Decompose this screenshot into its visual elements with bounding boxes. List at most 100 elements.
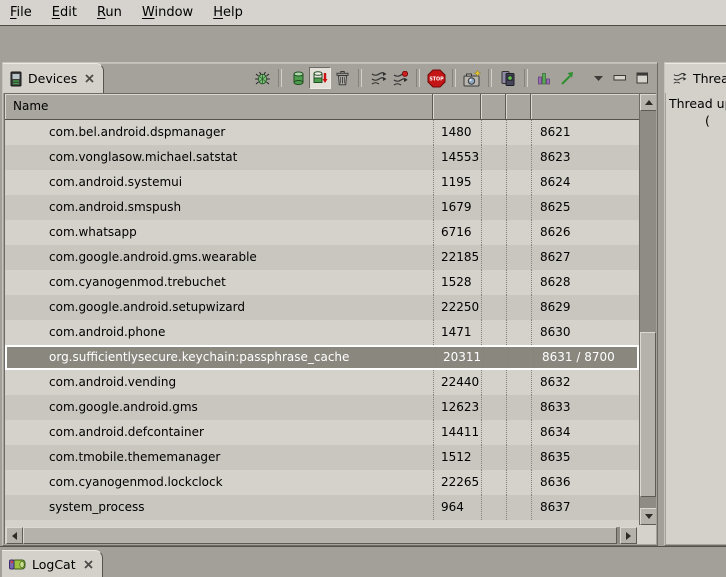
column-header[interactable] — [481, 94, 506, 119]
table-row[interactable]: system_process964 8637 — [5, 495, 639, 520]
column-header-port[interactable] — [531, 94, 639, 119]
screen-capture-icon[interactable] — [461, 67, 483, 89]
table-row[interactable]: com.android.phone14718630 — [5, 320, 639, 345]
table-row[interactable]: com.bel.android.dspmanager14808621 — [5, 120, 639, 145]
table-row[interactable]: com.android.defcontainer144118634 — [5, 420, 639, 445]
table-row[interactable]: com.vonglasow.michael.satstat145538623 — [5, 145, 639, 170]
cause-gc-icon[interactable] — [331, 67, 353, 89]
capture-system-trace-icon[interactable] — [389, 67, 411, 89]
table-cell-empty — [506, 320, 531, 345]
process-port: 8627 — [531, 245, 639, 270]
table-row[interactable]: com.android.smspush1679 8625 — [5, 195, 639, 220]
ddms-window: FileEditRunWindowHelp Devices — [0, 0, 726, 577]
up-arrow-icon — [645, 100, 653, 105]
table-cell-empty — [481, 420, 506, 445]
tab-devices[interactable]: Devices — [3, 63, 104, 93]
threads-message: Thread up ( — [666, 93, 726, 544]
process-pid: 1679 — [433, 195, 481, 220]
process-port: 8624 — [531, 170, 639, 195]
table-row[interactable]: com.android.systemui11958624 — [5, 170, 639, 195]
vertical-scrollbar-thumb[interactable] — [640, 332, 656, 497]
process-name: com.whatsapp — [5, 220, 433, 245]
table-cell-empty — [506, 220, 531, 245]
stop-process-icon[interactable]: STOP — [425, 67, 447, 89]
process-name: system_process — [5, 495, 433, 520]
process-port: 8637 — [531, 495, 639, 520]
table-row[interactable]: com.cyanogenmod.lockclock22265 8636 — [5, 470, 639, 495]
tab-devices-label: Devices — [28, 71, 77, 86]
menu-bar: FileEditRunWindowHelp — [0, 0, 726, 26]
table-cell-empty — [481, 245, 506, 270]
table-cell-empty — [483, 347, 508, 368]
scroll-left-button[interactable] — [6, 527, 23, 544]
dump-hprof-icon[interactable] — [309, 67, 331, 89]
scroll-up-button[interactable] — [640, 94, 656, 111]
process-name: org.sufficientlysecure.keychain:passphra… — [7, 347, 435, 368]
column-header-pid[interactable] — [433, 94, 481, 119]
process-pid: 1480 — [433, 120, 481, 145]
update-heap-icon[interactable] — [287, 67, 309, 89]
process-port: 8636 — [531, 470, 639, 495]
tab-threads[interactable]: Threads — [665, 63, 726, 93]
process-port: 8631 / 8700 — [533, 347, 637, 368]
process-pid: 14411 — [433, 420, 481, 445]
process-port: 8633 — [531, 395, 639, 420]
menu-help[interactable]: Help — [203, 1, 253, 25]
process-pid: 964 — [433, 495, 481, 520]
close-icon[interactable] — [85, 74, 94, 83]
tab-logcat[interactable]: LogCat — [2, 550, 103, 577]
table-cell-empty — [481, 495, 506, 520]
scroll-down-button[interactable] — [640, 508, 656, 525]
process-port: 8625 — [531, 195, 639, 220]
menu-edit[interactable]: Edit — [42, 1, 87, 25]
process-pid: 12623 — [433, 395, 481, 420]
debug-attach-icon[interactable] — [251, 67, 273, 89]
table-row[interactable]: com.cyanogenmod.trebuchet15288628 — [5, 270, 639, 295]
process-pid: 22265 — [433, 470, 481, 495]
process-name: com.cyanogenmod.lockclock — [5, 470, 433, 495]
process-pid: 1528 — [433, 270, 481, 295]
table-cell-empty — [506, 395, 531, 420]
process-pid: 20311 — [435, 347, 483, 368]
process-name: com.google.android.gms — [5, 395, 433, 420]
process-name: com.android.smspush — [5, 195, 433, 220]
table-row-selected[interactable]: org.sufficientlysecure.keychain:passphra… — [5, 345, 639, 370]
minimize-icon[interactable] — [613, 74, 627, 82]
horizontal-scrollbar-thumb[interactable] — [23, 527, 617, 544]
table-cell-empty — [506, 270, 531, 295]
table-row[interactable]: com.google.android.setupwizard222508629 — [5, 295, 639, 320]
toolbar-separator — [488, 69, 492, 87]
horizontal-scrollbar[interactable] — [6, 527, 637, 544]
start-method-profiling-icon[interactable] — [533, 67, 555, 89]
column-header[interactable] — [506, 94, 531, 119]
process-pid: 22440 — [433, 370, 481, 395]
maximize-icon[interactable] — [636, 72, 649, 84]
table-cell-empty — [481, 220, 506, 245]
table-row[interactable]: com.tmobile.thememanager15128635 — [5, 445, 639, 470]
table-cell-empty — [481, 320, 506, 345]
table-cell-empty — [506, 470, 531, 495]
reset-adb-icon[interactable] — [497, 67, 519, 89]
toolbar-separator — [416, 69, 420, 87]
view-controls — [593, 72, 649, 84]
scroll-right-button[interactable] — [620, 527, 637, 544]
table-row[interactable]: com.whatsapp67168626 — [5, 220, 639, 245]
table-cell-empty — [506, 145, 531, 170]
column-header-name[interactable]: Name — [5, 94, 433, 119]
menu-run[interactable]: Run — [87, 1, 132, 25]
table-row[interactable]: com.android.vending224408632 — [5, 370, 639, 395]
table-cell-empty — [506, 370, 531, 395]
start-allocation-tracking-icon[interactable] — [555, 67, 577, 89]
process-name: com.vonglasow.michael.satstat — [5, 145, 433, 170]
view-menu-icon[interactable] — [593, 75, 604, 82]
table-row[interactable]: com.google.android.gms.wearable221858627 — [5, 245, 639, 270]
update-threads-icon[interactable] — [367, 67, 389, 89]
process-name: com.tmobile.thememanager — [5, 445, 433, 470]
close-icon[interactable] — [84, 560, 93, 569]
vertical-scrollbar[interactable] — [639, 94, 656, 525]
process-name: com.google.android.gms.wearable — [5, 245, 433, 270]
table-row[interactable]: com.google.android.gms12623 8633 — [5, 395, 639, 420]
menu-window[interactable]: Window — [132, 1, 203, 25]
menu-file[interactable]: File — [0, 1, 42, 25]
table-cell-empty — [481, 295, 506, 320]
